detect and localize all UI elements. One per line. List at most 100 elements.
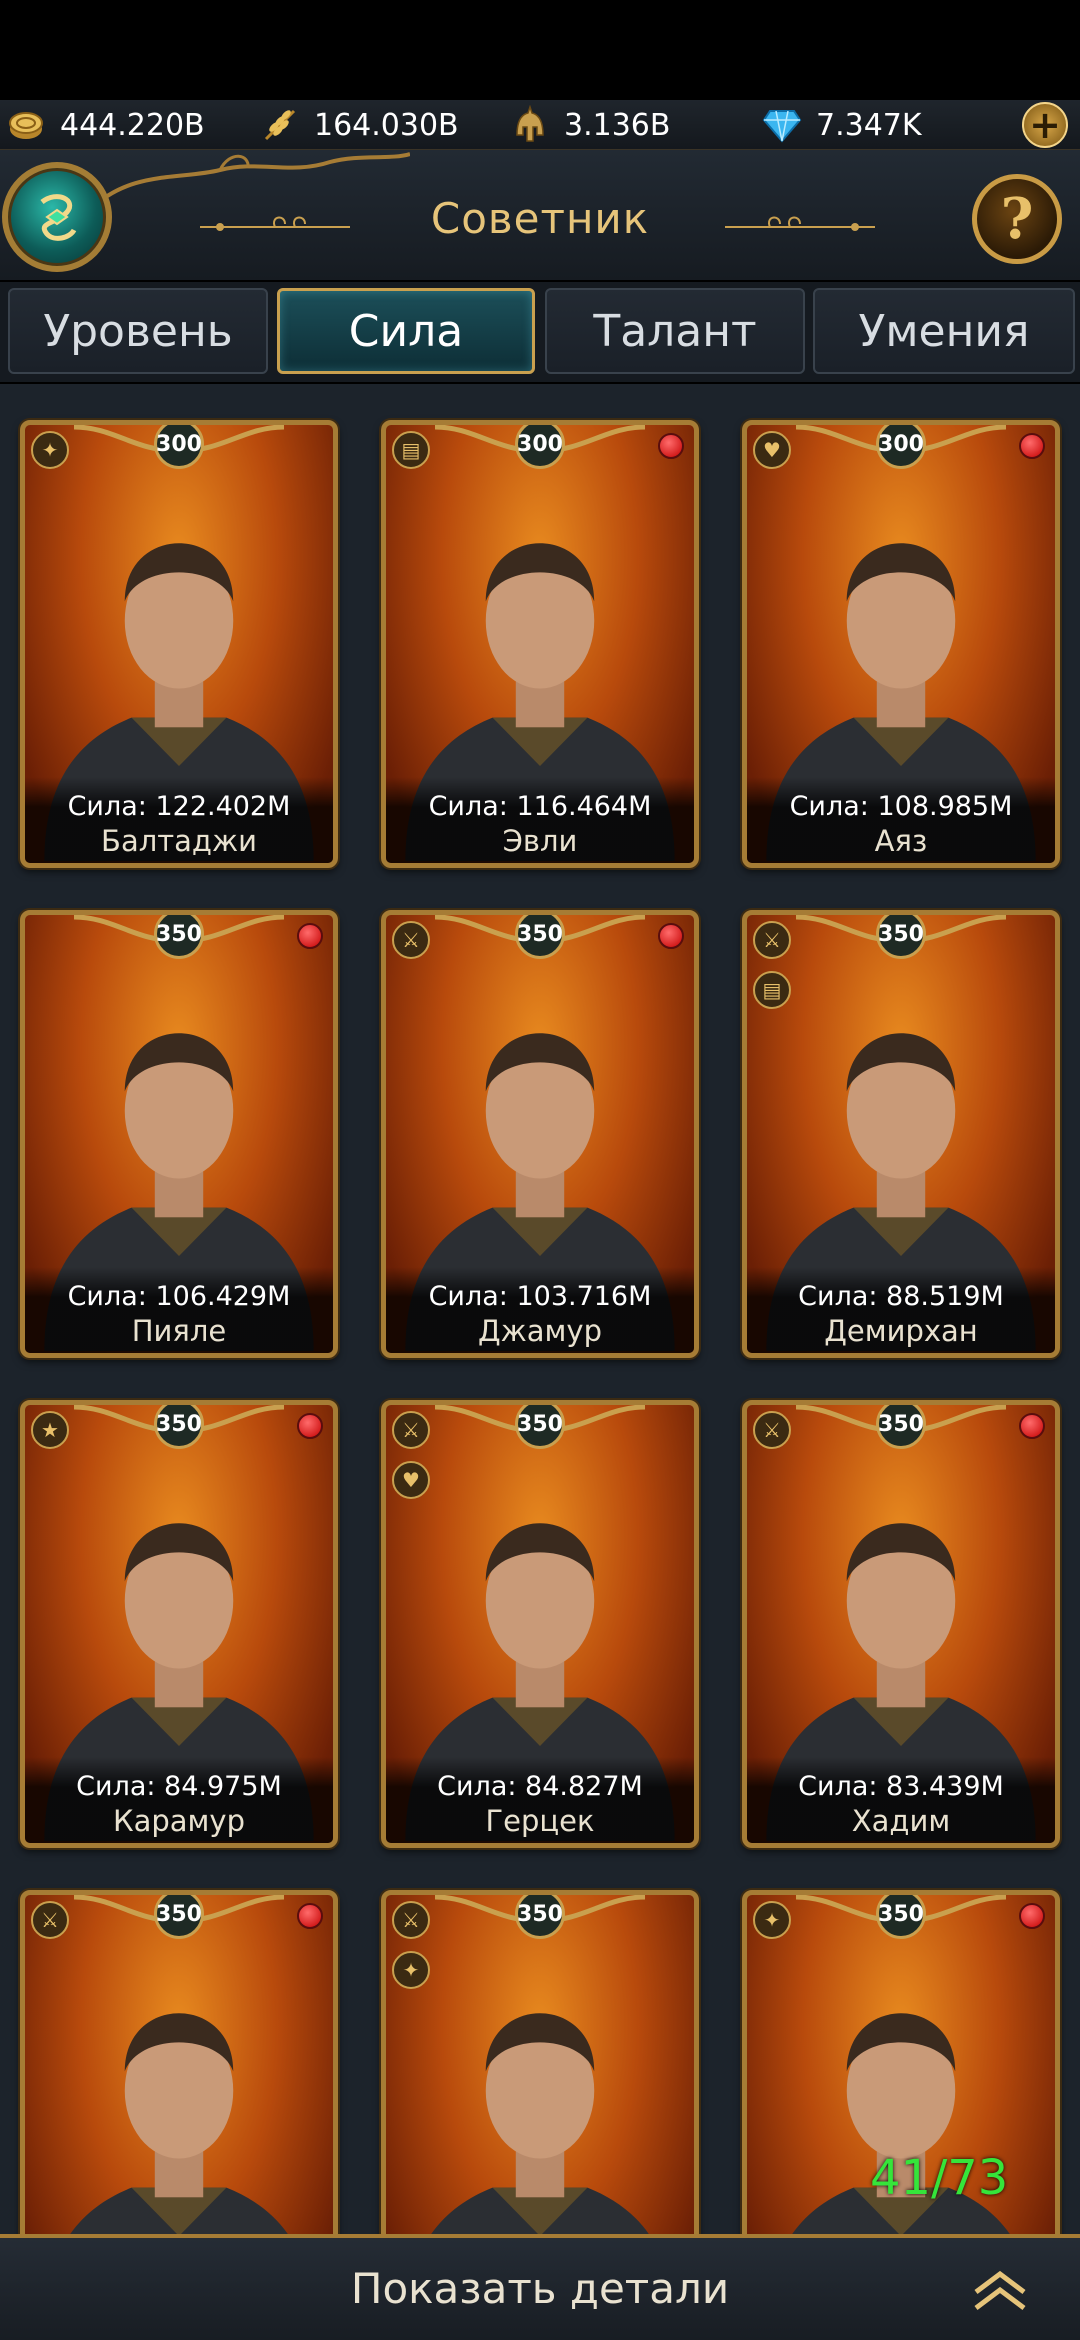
level-badge: 350 [154, 915, 204, 959]
status-bar [0, 0, 1080, 100]
advisor-card[interactable]: 300 ✦ Сила: 122.402M Балтаджи [20, 420, 338, 868]
advisor-card[interactable]: 350 ⚔ ▤ Сила: 88.519M Демирхан [742, 910, 1060, 1358]
advisor-name: Аяз [874, 824, 928, 858]
handshake-icon: ✦ [392, 1951, 430, 1989]
tab-skills[interactable]: Умения [813, 288, 1075, 374]
level-badge: 350 [876, 1405, 926, 1449]
heart-icon: ♥ [392, 1461, 430, 1499]
swords-icon: ⚔ [753, 1411, 791, 1449]
notification-dot [297, 923, 323, 949]
level-badge: 350 [515, 1895, 565, 1939]
advisor-info: Сила: 83.439M Хадим [747, 1757, 1055, 1843]
wheat-icon [260, 105, 300, 145]
soldier-helmet-icon [510, 105, 550, 145]
page-header: Советник [0, 150, 1080, 280]
add-resources-button[interactable]: + [1022, 102, 1068, 148]
notification-dot [1019, 433, 1045, 459]
resource-gold: 444.220B [6, 100, 205, 150]
level-badge: 350 [154, 1405, 204, 1449]
advisor-name: Хадим [851, 1804, 951, 1838]
handshake-icon: ✦ [31, 431, 69, 469]
swords-icon: ⚔ [31, 1901, 69, 1939]
swords-icon: ⚔ [392, 1411, 430, 1449]
book-icon: ▤ [753, 971, 791, 1009]
notification-dot [297, 1413, 323, 1439]
advisor-info: Сила: 103.716M Джамур [386, 1267, 694, 1353]
gold-value: 444.220B [60, 107, 205, 143]
advisor-power: Сила: 106.429M [67, 1281, 291, 1312]
notification-dot [658, 433, 684, 459]
notification-dot [658, 923, 684, 949]
advisor-info: Сила: 122.402M Балтаджи [25, 777, 333, 863]
show-details-label: Показать детали [350, 2264, 730, 2313]
advisor-name: Эвли [502, 824, 578, 858]
star-icon: ★ [31, 1411, 69, 1449]
advisor-power: Сила: 108.985M [789, 791, 1013, 822]
tab-talent[interactable]: Талант [545, 288, 805, 374]
plus-icon: + [1029, 103, 1061, 147]
page-title: Советник [430, 194, 650, 243]
advisor-card[interactable]: 350 ⚔ Сила: 83.439M Хадим [742, 1400, 1060, 1848]
advisor-name: Балтаджи [101, 824, 257, 858]
gold-coins-icon [6, 105, 46, 145]
advisor-card[interactable]: 350 Сила: 106.429M Пияле [20, 910, 338, 1358]
level-badge: 300 [154, 425, 204, 469]
advisor-power: Сила: 116.464M [428, 791, 652, 822]
advisor-power: Сила: 103.716M [428, 1281, 652, 1312]
show-details-bar[interactable]: Показать детали [0, 2234, 1080, 2340]
notification-dot [1019, 1903, 1045, 1929]
level-badge: 350 [515, 915, 565, 959]
resource-food: 164.030B [260, 100, 459, 150]
book-icon: ▤ [392, 431, 430, 469]
tab-power[interactable]: Сила [277, 288, 535, 374]
advisor-portrait [70, 2013, 288, 2234]
swords-icon: ⚔ [392, 921, 430, 959]
advisor-info: Сила: 88.519M Демирхан [747, 1267, 1055, 1353]
advisor-name: Герцек [485, 1804, 595, 1838]
advisor-card[interactable]: 350 ⚔ [20, 1890, 338, 2234]
advisor-info: Сила: 108.985M Аяз [747, 777, 1055, 863]
advisor-name: Джамур [477, 1314, 602, 1348]
help-button[interactable]: ? [972, 174, 1062, 264]
tab-level[interactable]: Уровень [8, 288, 268, 374]
notification-dot [1019, 1413, 1045, 1439]
resource-diamonds: 7.347K [762, 100, 922, 150]
diamond-icon [762, 105, 802, 145]
advisor-info: Сила: 106.429M Пияле [25, 1267, 333, 1353]
notification-dot [297, 1903, 323, 1929]
advisor-card[interactable]: 300 ♥ Сила: 108.985M Аяз [742, 420, 1060, 868]
soldiers-value: 3.136B [564, 107, 671, 143]
resource-soldiers: 3.136B [510, 100, 670, 150]
chevron-up-icon [974, 2270, 1026, 2310]
advisor-card[interactable]: 350 ⚔ ✦ [381, 1890, 699, 2234]
advisor-portrait [431, 2013, 649, 2234]
resource-bar: 444.220B 164.030B 3.136B 7.347K [0, 100, 1080, 150]
question-icon: ? [1000, 186, 1034, 252]
advisor-power: Сила: 84.827M [437, 1771, 643, 1802]
diamonds-value: 7.347K [816, 107, 922, 143]
advisor-card[interactable]: 300 ▤ Сила: 116.464M Эвли [381, 420, 699, 868]
advisor-count: 41/73 [870, 2150, 1009, 2206]
level-badge: 350 [876, 915, 926, 959]
swords-icon: ⚔ [753, 921, 791, 959]
title-ornament-right [725, 216, 875, 231]
handshake-icon: ✦ [753, 1901, 791, 1939]
advisor-power: Сила: 122.402M [67, 791, 291, 822]
level-badge: 350 [876, 1895, 926, 1939]
food-value: 164.030B [314, 107, 459, 143]
level-badge: 350 [515, 1405, 565, 1449]
advisor-card[interactable]: 350 ★ Сила: 84.975M Карамур [20, 1400, 338, 1848]
advisor-power: Сила: 88.519M [798, 1281, 1004, 1312]
advisor-name: Пияле [131, 1314, 227, 1348]
swords-icon: ⚔ [392, 1901, 430, 1939]
advisor-info: Сила: 116.464M Эвли [386, 777, 694, 863]
level-badge: 300 [515, 425, 565, 469]
advisor-card[interactable]: 350 ⚔ Сила: 103.716M Джамур [381, 910, 699, 1358]
advisor-grid: 300 ✦ Сила: 122.402M Балтаджи 300 ▤ Сила: 116… [0, 384, 1080, 2234]
advisor-info: Сила: 84.975M Карамур [25, 1757, 333, 1843]
advisor-card[interactable]: 350 ⚔ ♥ Сила: 84.827M Герцек [381, 1400, 699, 1848]
menu-emblem-button[interactable] [2, 162, 112, 272]
level-badge: 300 [876, 425, 926, 469]
level-badge: 350 [154, 1895, 204, 1939]
tab-bar: Уровень Сила Талант Умения [0, 282, 1080, 382]
